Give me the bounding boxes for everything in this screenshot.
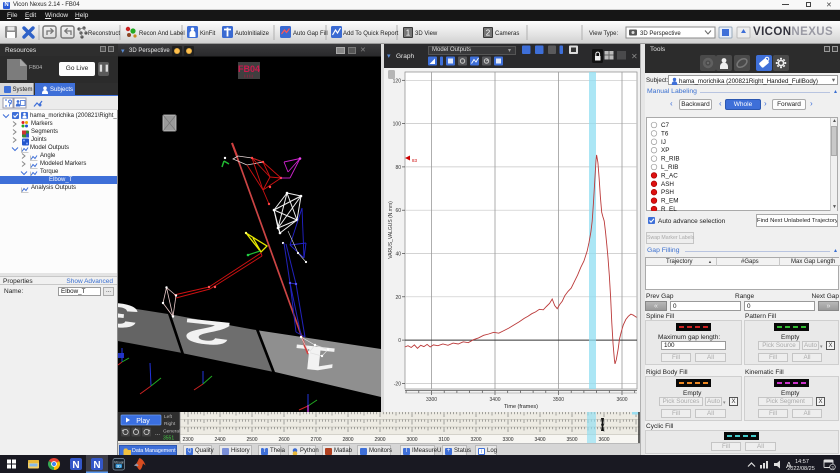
svg-text:2022/08/25: 2022/08/25 (787, 466, 815, 472)
svg-text:IJ: IJ (661, 139, 666, 146)
svg-text:3500: 3500 (553, 397, 564, 403)
svg-text:Right: Right (164, 421, 176, 427)
svg-text:120: 120 (393, 78, 402, 84)
svg-text:Left: Left (164, 414, 173, 420)
svg-text:N: N (72, 460, 79, 471)
svg-text:PSH: PSH (661, 189, 674, 196)
svg-text:R_EL: R_EL (661, 206, 677, 211)
svg-text:FB04: FB04 (238, 64, 260, 74)
svg-text:R_AC: R_AC (661, 172, 678, 179)
svg-text:General: General (163, 429, 180, 435)
svg-text:▌ ▌ ▌ ▌: ▌ ▌ ▌ ▌ (244, 74, 253, 78)
svg-text:14:57: 14:57 (795, 459, 809, 465)
svg-text:80: 80 (395, 165, 401, 171)
svg-text:XP: XP (661, 147, 669, 154)
svg-text:VARUS_VALGUS (N.mm): VARUS_VALGUS (N.mm) (388, 201, 394, 259)
svg-text:C7: C7 (661, 122, 670, 129)
svg-text:R_EM: R_EM (661, 198, 679, 205)
svg-text:...: ... (155, 431, 160, 437)
svg-text:Time (frames): Time (frames) (504, 404, 538, 410)
svg-text:83: 83 (412, 158, 418, 163)
svg-text:1: 1 (291, 337, 340, 380)
svg-text:ASH: ASH (661, 181, 674, 188)
svg-text:3300: 3300 (426, 397, 437, 403)
svg-text:T6: T6 (661, 130, 669, 137)
svg-text:2: 2 (486, 29, 491, 38)
svg-text:R_RIB: R_RIB (661, 156, 680, 163)
svg-text:N: N (93, 460, 100, 471)
svg-text:3600: 3600 (616, 397, 627, 403)
svg-text:0: 0 (398, 338, 401, 344)
svg-text:3D: 3D (116, 464, 121, 468)
svg-text:-20: -20 (394, 381, 401, 387)
svg-text:40: 40 (395, 252, 401, 258)
svg-text:Play: Play (136, 418, 150, 425)
svg-text:3551: 3551 (163, 436, 174, 442)
svg-text:1: 1 (406, 29, 411, 38)
svg-text:L_RIB: L_RIB (661, 164, 679, 171)
svg-text:20: 20 (395, 295, 401, 301)
svg-text:3: 3 (118, 294, 141, 336)
svg-text:100: 100 (393, 122, 402, 128)
svg-text:60: 60 (395, 208, 401, 214)
svg-text:2: 2 (181, 310, 234, 353)
svg-text:3400: 3400 (489, 397, 500, 403)
